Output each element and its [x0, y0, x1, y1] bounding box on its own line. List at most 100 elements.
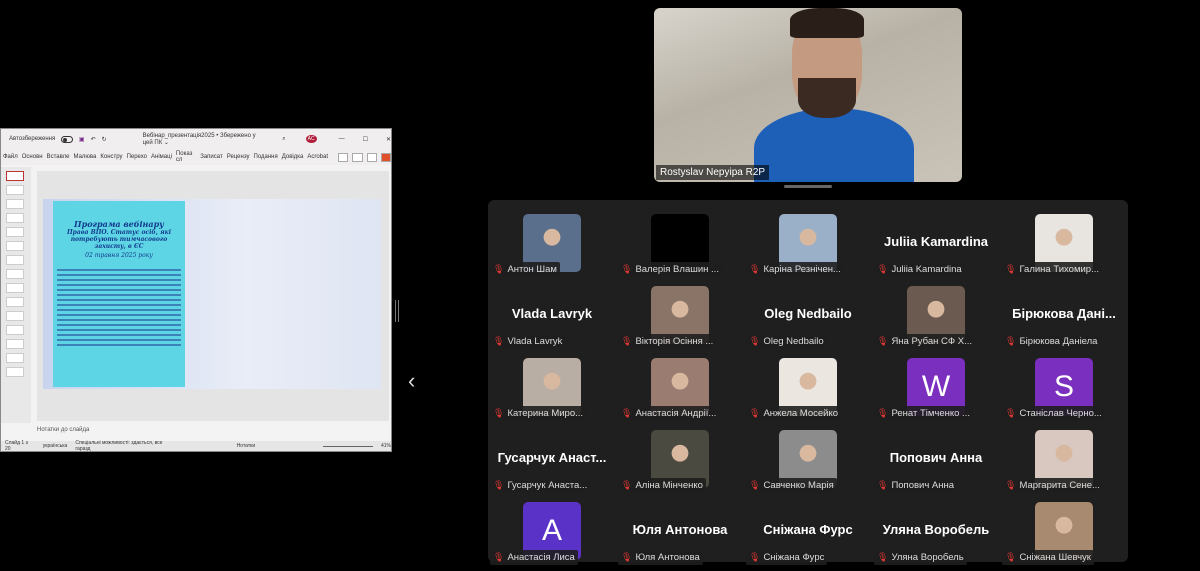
- share-button[interactable]: [380, 152, 392, 162]
- accessibility-status[interactable]: Спеціальні можливості: здається, все гар…: [75, 440, 178, 452]
- participant-name: Катерина Миро...: [507, 408, 584, 419]
- thumbnail[interactable]: [6, 185, 24, 195]
- zoom-level[interactable]: 41%: [381, 443, 391, 449]
- chevron-left-icon[interactable]: ‹: [408, 368, 415, 394]
- speaker-resize-handle[interactable]: [784, 185, 832, 188]
- participant-name: Антон Шам: [507, 264, 557, 275]
- ribbon-tab[interactable]: Вставле: [47, 154, 70, 160]
- participant-name: Гусарчук Анаста...: [507, 480, 588, 491]
- ribbon-tab[interactable]: Записат: [200, 154, 223, 160]
- user-avatar[interactable]: AC: [305, 135, 317, 143]
- thumbnail[interactable]: [6, 367, 24, 377]
- participant-tile[interactable]: Попович Анна 🎙︎ Попович Анна: [872, 422, 1000, 494]
- participant-tile[interactable]: 🎙︎ Антон Шам: [488, 206, 616, 278]
- participant-tile[interactable]: 🎙︎ Галина Тихомир...: [1000, 206, 1128, 278]
- participant-tile[interactable]: 🎙︎ Сніжана Шевчук: [1000, 494, 1128, 566]
- ribbon-tab[interactable]: Перехо: [127, 154, 147, 160]
- thumbnail[interactable]: [6, 227, 24, 237]
- ribbon-tab[interactable]: Довідка: [282, 154, 304, 160]
- comments-button[interactable]: [366, 152, 377, 162]
- participant-name-label: 🎙︎ Станіслав Черно...: [1002, 406, 1105, 421]
- notes-pane[interactable]: Нотатки до слайда: [37, 427, 89, 433]
- participant-tile[interactable]: 🎙︎ Савченко Марія: [744, 422, 872, 494]
- participant-tile[interactable]: 🎙︎ Катерина Миро...: [488, 350, 616, 422]
- ribbon-tab[interactable]: Рецензу: [227, 154, 250, 160]
- participant-tile[interactable]: 🎙︎ Яна Рубан СФ Х...: [872, 278, 1000, 350]
- participant-name-label: 🎙︎ Катерина Миро...: [490, 406, 587, 421]
- ribbon-tab[interactable]: Показ сл: [176, 151, 196, 163]
- thumbnail[interactable]: [6, 241, 24, 251]
- participant-tile[interactable]: 🎙︎ Вікторія Осіння ...: [616, 278, 744, 350]
- notes-button[interactable]: Нотатки: [237, 443, 255, 449]
- participant-tile[interactable]: 🎙︎ Анастасія Андрії...: [616, 350, 744, 422]
- redo-icon[interactable]: ↻: [102, 136, 107, 143]
- save-icon[interactable]: ▣: [79, 136, 85, 143]
- slide-thumbnails[interactable]: [1, 167, 31, 423]
- ribbon-tab[interactable]: Подання: [254, 154, 278, 160]
- thumbnail[interactable]: [6, 325, 24, 335]
- zoom-slider[interactable]: [323, 445, 373, 447]
- ribbon-tabs: Файл Основн Вставле Малюва Констру Перехо Анім…: [1, 149, 392, 165]
- participant-tile[interactable]: Oleg Nedbailo 🎙︎ Oleg Nedbailo: [744, 278, 872, 350]
- ribbon-tab[interactable]: Малюва: [74, 154, 97, 160]
- slide-canvas[interactable]: Програма вебінару Права ВПО. Статус осіб…: [37, 171, 389, 421]
- powerpoint-window[interactable]: Автозбереження ▣ ↶ ↻ Вебінар_презентація…: [0, 128, 392, 452]
- thumbnail[interactable]: [6, 199, 24, 209]
- participant-name: Juliia Kamardina: [891, 264, 962, 275]
- thumbnail[interactable]: [6, 353, 24, 363]
- ribbon-tab[interactable]: Анімаці: [151, 154, 172, 160]
- participant-tile[interactable]: A 🎙︎ Анастасія Лиса: [488, 494, 616, 566]
- ribbon-tab[interactable]: Основн: [22, 154, 43, 160]
- autosave-toggle[interactable]: [61, 135, 73, 143]
- participant-name-label: 🎙︎ Анастасія Лиса: [490, 550, 578, 565]
- thumbnail[interactable]: [6, 297, 24, 307]
- record-button[interactable]: [338, 152, 349, 162]
- participant-name-label: 🎙︎ Анастасія Андрії...: [618, 406, 720, 421]
- participant-tile[interactable]: 🎙︎ Каріна Резнічен...: [744, 206, 872, 278]
- participant-name-label: 🎙︎ Oleg Nedbailo: [746, 334, 827, 349]
- thumbnail[interactable]: [6, 213, 24, 223]
- maximize-button[interactable]: ☐: [363, 136, 368, 143]
- close-button[interactable]: ✕: [386, 136, 391, 143]
- participant-name-label: 🎙︎ Анжела Мосейко: [746, 406, 841, 421]
- slide[interactable]: Програма вебінару Права ВПО. Статус осіб…: [43, 199, 381, 389]
- thumbnail[interactable]: [6, 311, 24, 321]
- undo-icon[interactable]: ↶: [91, 136, 96, 143]
- splitter-handle[interactable]: [395, 300, 399, 322]
- participant-name: Бірюкова Даніела: [1019, 336, 1098, 347]
- participant-tile[interactable]: 🎙︎ Валерія Влашин ...: [616, 206, 744, 278]
- participant-gallery: 🎙︎ Антон Шам 🎙︎ Валерія Влашин ... 🎙︎ Каріна …: [488, 200, 1128, 565]
- participant-tile[interactable]: Бірюкова Дані... 🎙︎ Бірюкова Даніела: [1000, 278, 1128, 350]
- participant-display-name: Гусарчук Анаст...: [497, 450, 607, 465]
- thumbnail[interactable]: [6, 171, 24, 181]
- minimize-button[interactable]: —: [339, 136, 345, 142]
- language[interactable]: українська: [43, 443, 68, 449]
- participant-tile[interactable]: Vlada Lavryk 🎙︎ Vlada Lavryk: [488, 278, 616, 350]
- muted-mic-icon: 🎙︎: [749, 408, 761, 418]
- participant-tile[interactable]: Гусарчук Анаст... 🎙︎ Гусарчук Анаста...: [488, 422, 616, 494]
- participant-tile[interactable]: Juliia Kamardina 🎙︎ Juliia Kamardina: [872, 206, 1000, 278]
- ribbon-tab[interactable]: Файл: [3, 154, 18, 160]
- participant-tile[interactable]: Юля Антонова 🎙︎ Юля Антонова: [616, 494, 744, 566]
- thumbnail[interactable]: [6, 283, 24, 293]
- ribbon-tab[interactable]: Констру: [100, 154, 122, 160]
- thumbnail[interactable]: [6, 269, 24, 279]
- doc-title[interactable]: Вебінар_презентація2025 • Збережено у це…: [143, 133, 257, 146]
- thumbnail[interactable]: [6, 339, 24, 349]
- participant-display-name: Сніжана Фурс: [763, 522, 853, 537]
- active-speaker-video[interactable]: Rostyslav Nepyipa R2P: [654, 8, 962, 182]
- ribbon-tab[interactable]: Acrobat: [307, 154, 328, 160]
- participant-tile[interactable]: S 🎙︎ Станіслав Черно...: [1000, 350, 1128, 422]
- participant-tile[interactable]: 🎙︎ Маргарита Сене...: [1000, 422, 1128, 494]
- agenda-lines: [57, 269, 181, 346]
- participant-tile[interactable]: 🎙︎ Анжела Мосейко: [744, 350, 872, 422]
- participant-tile[interactable]: Уляна Воробель 🎙︎ Уляна Воробель: [872, 494, 1000, 566]
- muted-mic-icon: 🎙︎: [493, 264, 505, 274]
- muted-mic-icon: 🎙︎: [877, 552, 889, 562]
- thumbnail[interactable]: [6, 255, 24, 265]
- participant-tile[interactable]: 🎙︎ Аліна Мінченко: [616, 422, 744, 494]
- participant-tile[interactable]: Сніжана Фурс 🎙︎ Сніжана Фурс: [744, 494, 872, 566]
- participant-tile[interactable]: W 🎙︎ Ренат Тімченко ...: [872, 350, 1000, 422]
- search-icon[interactable]: ⌕: [282, 136, 285, 143]
- present-button[interactable]: [352, 152, 363, 162]
